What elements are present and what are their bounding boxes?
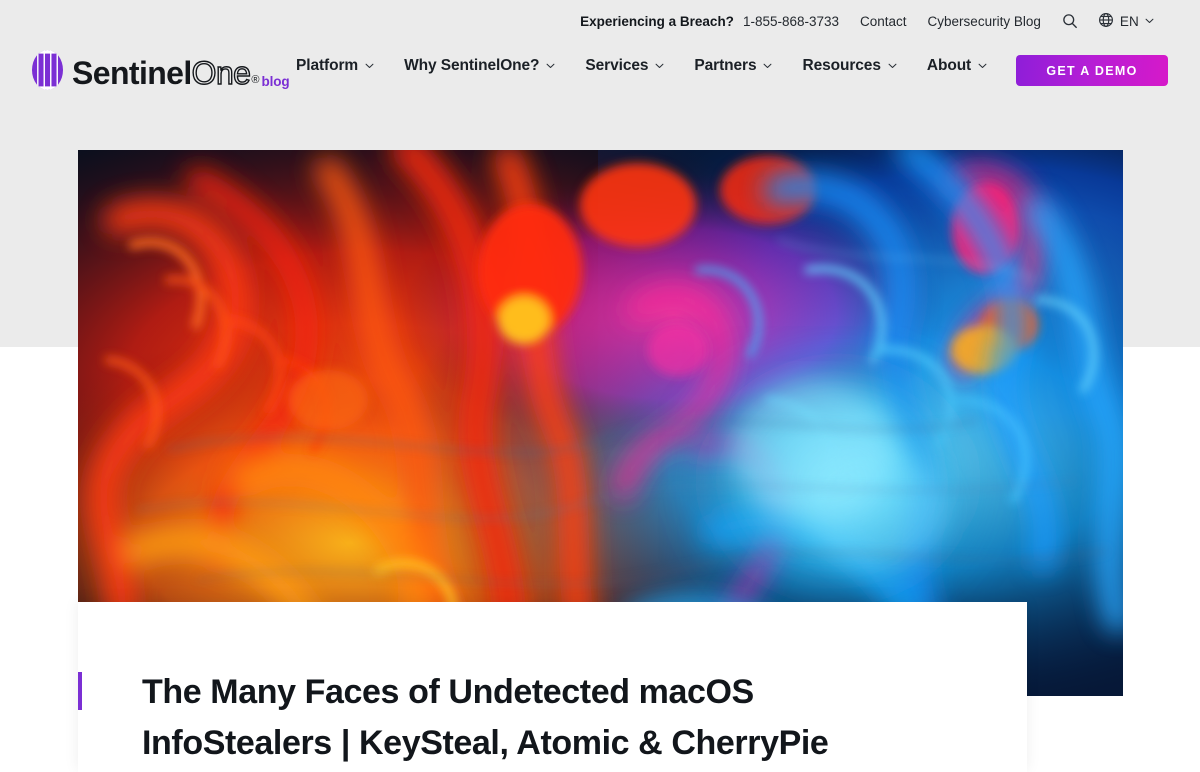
chevron-down-icon [978, 63, 987, 69]
sentinelone-logo-mark [32, 50, 63, 90]
get-a-demo-button[interactable]: GET A DEMO [1016, 55, 1168, 86]
blog-article-page: Experiencing a Breach? 1-855-868-3733 Co… [0, 0, 1200, 772]
utility-link-contact[interactable]: Contact [860, 14, 907, 29]
page-title: The Many Faces of Undetected macOS InfoS… [142, 673, 829, 762]
nav-label: Partners [694, 57, 757, 74]
nav-item-platform[interactable]: Platform [296, 57, 374, 75]
logo-word-sentinel: Sentinel [72, 55, 192, 91]
article-card: The Many Faces of Undetected macOS InfoS… [78, 602, 1027, 772]
sentinelone-blog-logo[interactable]: Sentinel One ® blog [32, 50, 290, 90]
breach-label: Experiencing a Breach? [580, 13, 734, 29]
nav-label: Why SentinelOne? [404, 57, 540, 74]
chevron-down-icon [888, 63, 897, 69]
nav-item-about[interactable]: About [927, 57, 987, 75]
nav-label: About [926, 57, 972, 74]
title-accent-bar [78, 672, 82, 710]
utility-link-cybersecurity-blog[interactable]: Cybersecurity Blog [928, 14, 1041, 29]
chevron-down-icon [1145, 18, 1154, 24]
registered-mark: ® [251, 74, 260, 86]
breach-phone-link[interactable]: 1-855-868-3733 [743, 14, 839, 29]
search-icon[interactable] [1062, 13, 1079, 30]
nav-label: Resources [802, 57, 881, 74]
logo-sub-brand-blog: blog [261, 74, 290, 89]
nav-label: Services [585, 57, 649, 74]
main-navigation: Platform Why SentinelOne? Services Partn… [296, 57, 987, 75]
logo-word-one: One [191, 55, 252, 91]
globe-icon [1098, 12, 1114, 31]
utility-bar: Experiencing a Breach? 1-855-868-3733 Co… [580, 10, 1154, 32]
nav-item-why-sentinelone[interactable]: Why SentinelOne? [404, 57, 555, 75]
chevron-down-icon [365, 63, 374, 69]
chevron-down-icon [763, 63, 772, 69]
nav-label: Platform [296, 57, 359, 74]
nav-item-resources[interactable]: Resources [802, 57, 897, 75]
nav-item-partners[interactable]: Partners [694, 57, 772, 75]
chevron-down-icon [655, 63, 664, 69]
language-selector[interactable]: EN [1098, 12, 1154, 31]
nav-item-services[interactable]: Services [585, 57, 664, 75]
chevron-down-icon [546, 63, 555, 69]
language-code: EN [1119, 13, 1139, 29]
